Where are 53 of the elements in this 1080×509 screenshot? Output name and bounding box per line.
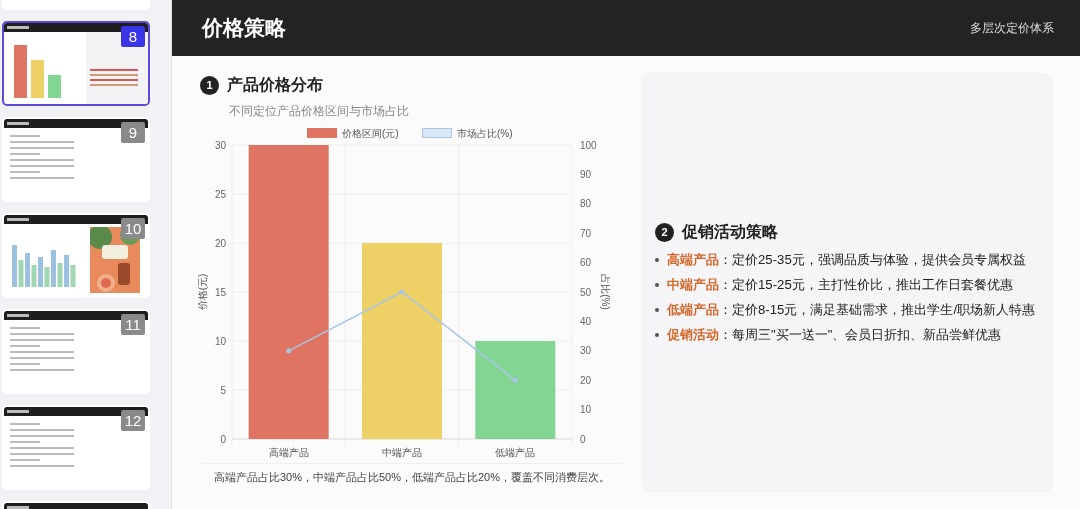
- section-description: 不同定位产品价格区间与市场占比: [229, 104, 410, 119]
- legend-swatch: [307, 128, 337, 139]
- bullet-icon: [655, 307, 659, 312]
- slide-thumbnail[interactable]: 9: [2, 117, 150, 202]
- axis-tick-label: 90: [580, 169, 592, 181]
- page-title: 价格策略: [202, 15, 286, 42]
- slide-number: 11: [121, 314, 145, 335]
- axis-tick-label: 20: [580, 374, 592, 386]
- slide-thumbnail[interactable]: 11: [2, 309, 150, 394]
- slide-thumbnail[interactable]: 10: [2, 213, 150, 298]
- slide-number: 10: [121, 218, 145, 239]
- axis-tick-label: 80: [580, 198, 592, 210]
- axis-title: 占比(%): [600, 274, 611, 311]
- legend-label: 市场占比(%): [457, 128, 513, 140]
- legend-swatch: [422, 128, 452, 139]
- axis-tick-label: 20: [214, 237, 226, 249]
- section-title: 产品价格分布: [227, 75, 323, 95]
- slide-number: 12: [121, 410, 145, 431]
- category-label: 中端产品: [382, 447, 422, 459]
- strategy-item: 中端产品：定价15-25元，主打性价比，推出工作日套餐优惠: [667, 276, 1013, 295]
- axis-tick-label: 10: [214, 335, 226, 347]
- category-label: 高端产品: [268, 447, 309, 459]
- axis-tick-label: 50: [580, 286, 592, 298]
- bullet-icon: [655, 283, 659, 288]
- axis-tick-label: 0: [220, 433, 226, 445]
- page-subtitle: 多层次定价体系: [970, 20, 1054, 37]
- axis-tick-label: 100: [580, 139, 597, 151]
- chart-caption: 高端产品占比30%，中端产品占比50%，低端产品占比20%，覆盖不同消费层次。: [202, 463, 622, 486]
- bullet-icon: [655, 332, 659, 337]
- axis-tick-label: 5: [220, 384, 226, 396]
- step-number: 2: [655, 222, 674, 242]
- step-number: 1: [200, 75, 219, 95]
- strategy-item: 高端产品：定价25-35元，强调品质与体验，提供会员专属权益: [667, 251, 1026, 270]
- axis-tick-label: 30: [580, 345, 592, 357]
- legend-label: 价格区间(元): [342, 128, 399, 140]
- axis-tick-label: 15: [214, 286, 226, 298]
- axis-title: 价格(元): [197, 273, 208, 311]
- axis-tick-label: 0: [580, 433, 586, 445]
- slide-number: 8: [121, 26, 145, 47]
- axis-tick-label: 25: [214, 188, 226, 200]
- axis-tick-label: 10: [580, 404, 592, 416]
- section-title: 促销活动策略: [682, 222, 778, 243]
- axis-tick-label: 40: [580, 316, 592, 328]
- strategy-item: 促销活动：每周三"买一送一"、会员日折扣、新品尝鲜优惠: [667, 325, 1002, 344]
- slide-number: 9: [121, 122, 145, 143]
- axis-tick-label: 70: [580, 227, 592, 239]
- axis-tick-label: 30: [214, 139, 226, 151]
- category-label: 低端产品: [495, 447, 536, 459]
- slide-thumbnail[interactable]: 8: [2, 21, 150, 106]
- strategy-item: 低端产品：定价8-15元，满足基础需求，推出学生/职场新人特惠: [667, 301, 1036, 319]
- slide-thumbnail[interactable]: 12: [2, 405, 150, 490]
- axis-tick-label: 60: [580, 257, 592, 269]
- bullet-icon: [655, 258, 659, 263]
